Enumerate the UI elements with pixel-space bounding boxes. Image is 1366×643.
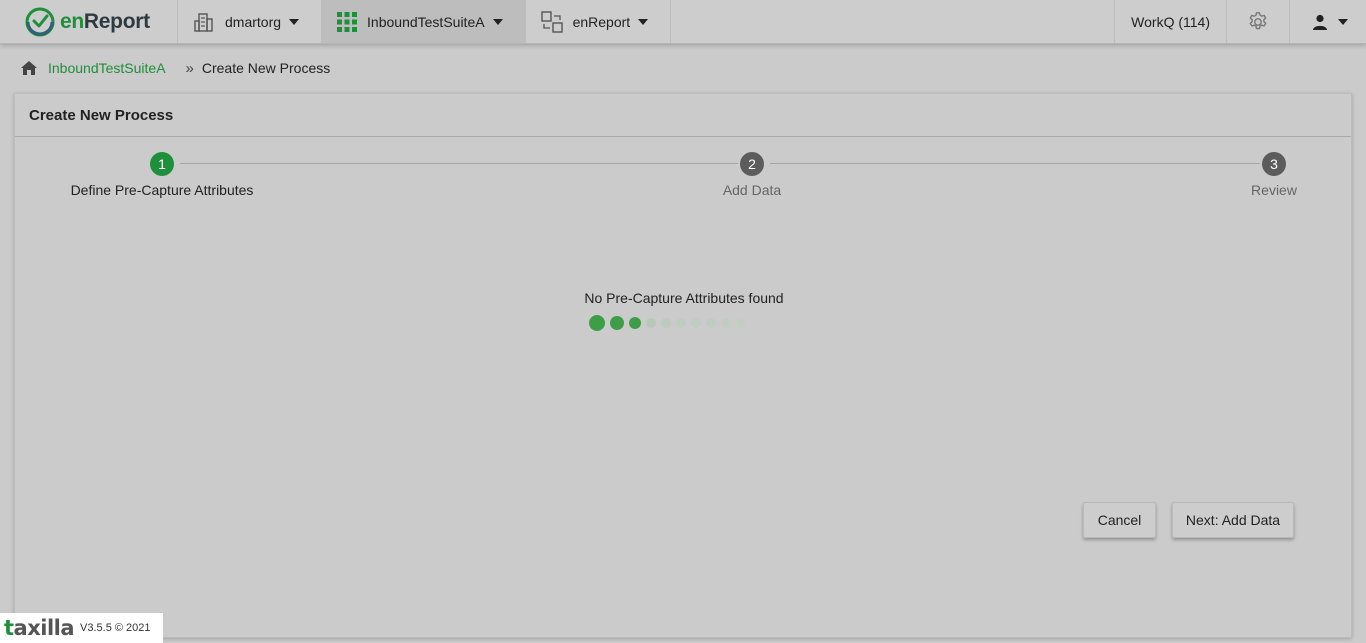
module-switcher[interactable]: enReport — [526, 0, 672, 43]
breadcrumb-link-suite[interactable]: InboundTestSuiteA — [48, 60, 166, 76]
stepper-connector — [770, 163, 1260, 164]
chevron-down-icon — [1338, 18, 1348, 25]
empty-state-message: No Pre-Capture Attributes found — [584, 290, 784, 306]
suite-switcher[interactable]: InboundTestSuiteA — [322, 0, 526, 43]
loading-dot — [646, 318, 656, 328]
loading-dot — [629, 317, 641, 329]
org-name: dmartorg — [225, 13, 282, 30]
gear-icon — [1249, 11, 1267, 29]
org-switcher[interactable]: dmartorg — [178, 0, 323, 43]
top-navbar: enReport dmartorg InboundTestSuiteA enRe… — [0, 0, 1366, 44]
loading-dot — [721, 318, 731, 328]
home-icon[interactable] — [20, 60, 38, 76]
loading-dot — [589, 315, 605, 331]
step-label: Review — [1251, 182, 1297, 198]
settings-button[interactable] — [1226, 0, 1289, 43]
step-label: Define Pre-Capture Attributes — [70, 182, 254, 198]
user-icon — [1313, 14, 1327, 30]
breadcrumb-separator: » — [185, 59, 194, 77]
loading-dot — [661, 318, 671, 328]
chevron-down-icon — [289, 18, 300, 25]
step-number: 2 — [740, 152, 764, 176]
loading-indicator — [589, 315, 746, 331]
step-3[interactable]: 3 Review — [1239, 152, 1309, 198]
apps-grid-icon — [337, 11, 358, 32]
workq-label: WorkQ (114) — [1131, 13, 1210, 30]
loading-dot — [610, 316, 624, 330]
breadcrumb-current: Create New Process — [201, 60, 331, 76]
version-label: V3.5.5 © 2021 — [80, 622, 151, 634]
brand-name: enReport — [60, 9, 150, 33]
step-number: 1 — [150, 152, 174, 176]
cancel-button[interactable]: Cancel — [1083, 502, 1156, 538]
taxilla-logo: taxilla — [4, 616, 75, 640]
next-add-data-button[interactable]: Next: Add Data — [1172, 502, 1294, 538]
building-icon — [193, 12, 215, 32]
loading-dot — [691, 318, 701, 328]
breadcrumb: InboundTestSuiteA » Create New Process — [20, 58, 330, 78]
chevron-down-icon — [638, 18, 649, 25]
enreport-logo-icon — [25, 7, 55, 36]
step-1[interactable]: 1 Define Pre-Capture Attributes — [68, 152, 256, 198]
loading-dot — [676, 318, 686, 328]
card-title: Create New Process — [15, 94, 1351, 137]
module-name: enReport — [572, 13, 631, 30]
suite-name: InboundTestSuiteA — [367, 13, 485, 30]
step-number: 3 — [1262, 152, 1286, 176]
stepper-connector — [180, 163, 738, 164]
brand-logo[interactable]: enReport — [0, 0, 178, 43]
step-label: Add Data — [722, 182, 782, 198]
footer-branding: taxilla V3.5.5 © 2021 — [0, 613, 163, 643]
step-2[interactable]: 2 Add Data — [712, 152, 792, 198]
loading-dot — [706, 318, 716, 328]
workq-link[interactable]: WorkQ (114) — [1114, 0, 1226, 43]
navbar-spacer — [671, 0, 1114, 43]
loading-dot — [736, 318, 746, 328]
module-switch-icon — [540, 10, 563, 33]
create-process-card: Create New Process 1 Define Pre-Capture … — [14, 93, 1352, 638]
chevron-down-icon — [492, 18, 503, 25]
user-menu[interactable] — [1289, 0, 1366, 43]
